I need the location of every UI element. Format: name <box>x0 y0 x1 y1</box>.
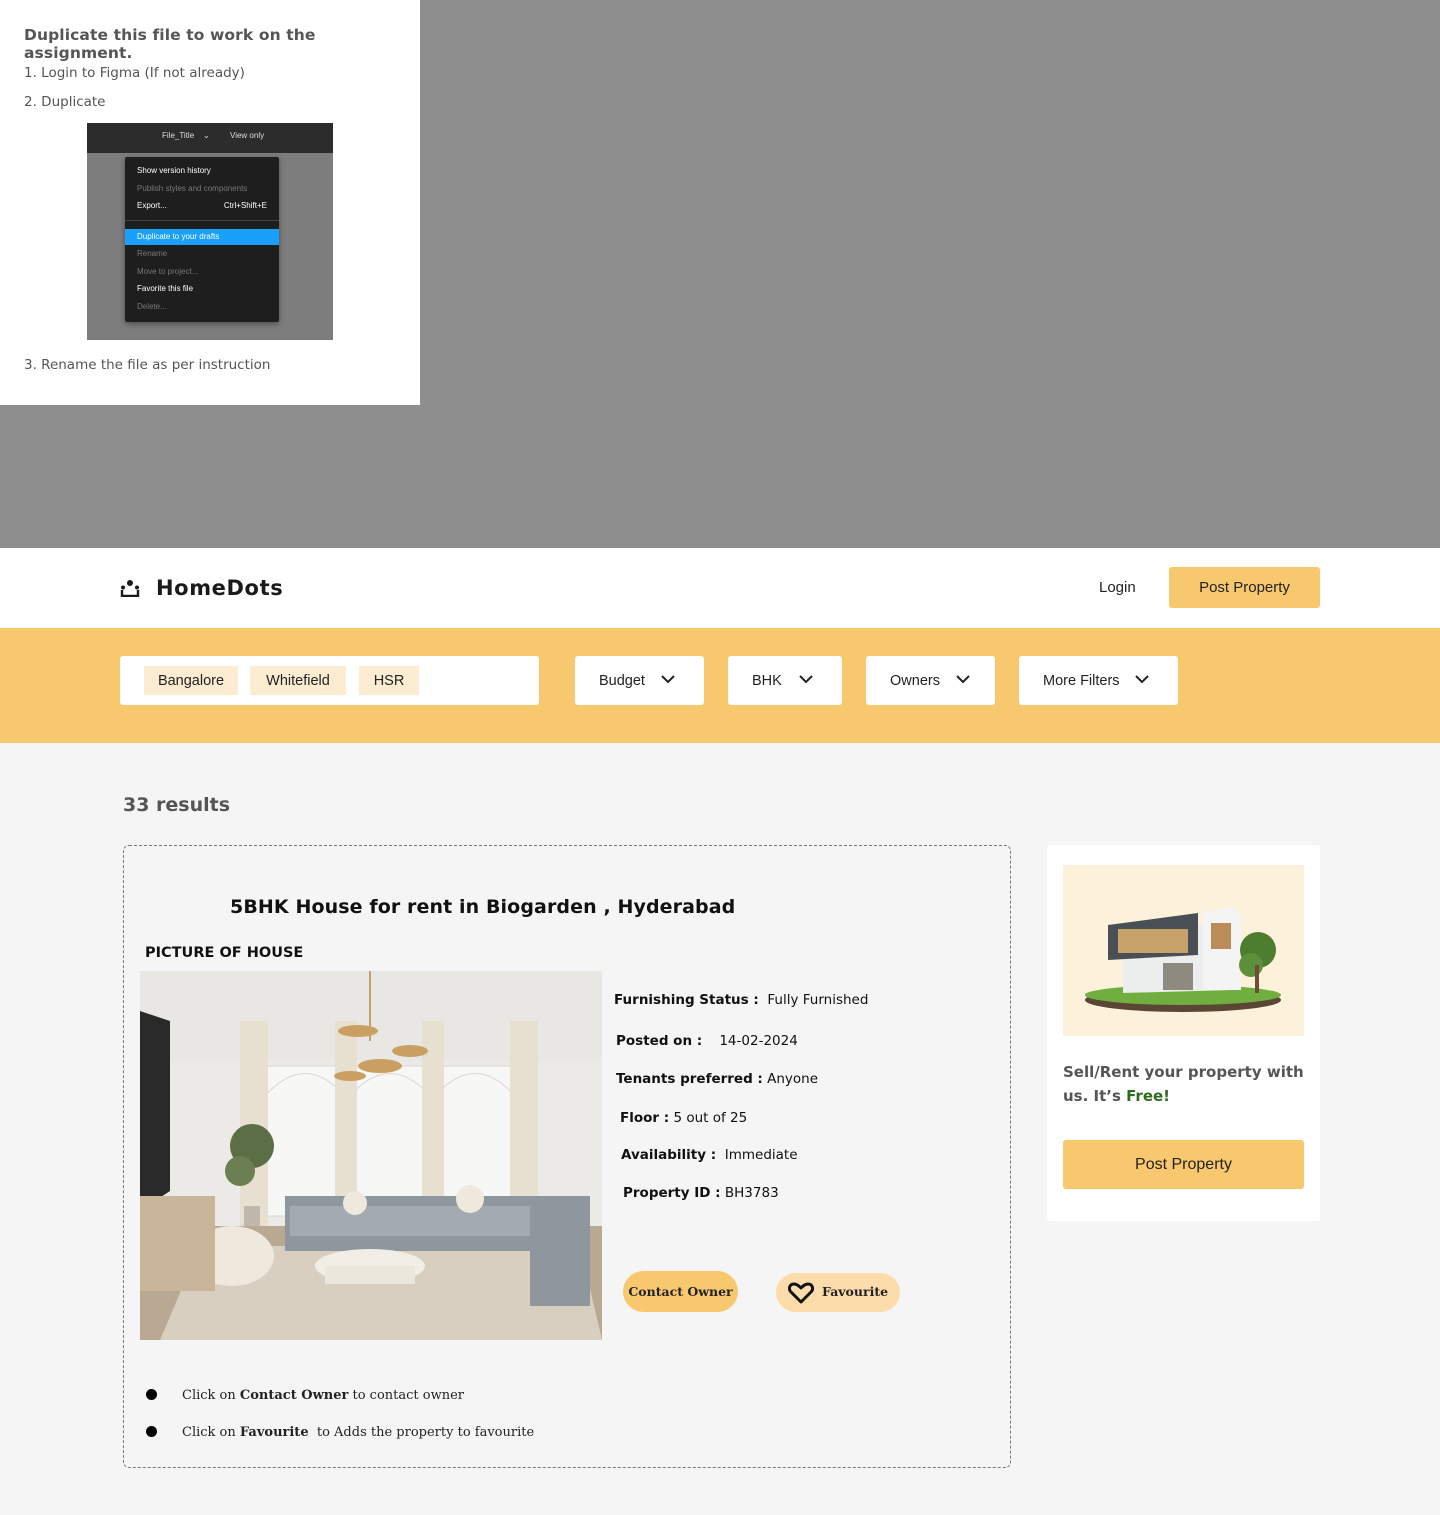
figma-file-menu: Show version history Publish styles and … <box>125 157 279 322</box>
tenants-preferred: Tenants preferred : Anyone <box>616 1071 818 1087</box>
login-link[interactable]: Login <box>1099 579 1136 596</box>
menu-item-move: Move to project... <box>137 267 199 276</box>
availability-value: Immediate <box>724 1147 798 1163</box>
house-photo[interactable] <box>140 971 602 1340</box>
note-contact-owner: Click on Contact Owner to contact owner <box>146 1388 464 1403</box>
bullet-icon <box>146 1389 157 1400</box>
post-property-promo-panel: Sell/Rent your property with us. It’s Fr… <box>1047 845 1320 1221</box>
instruction-step-1: 1. Login to Figma (If not already) <box>24 65 245 81</box>
brand-name: HomeDots <box>156 576 284 600</box>
furnishing-status: Furnishing Status : Fully Furnished <box>614 992 868 1008</box>
chevron-down-icon: ⌄ <box>203 131 210 140</box>
figma-file-title: File_Title <box>162 131 195 140</box>
availability: Availability : Immediate <box>621 1147 798 1163</box>
owners-dropdown-label: Owners <box>890 672 940 689</box>
promo-house-image <box>1063 865 1304 1036</box>
instruction-step-2: 2. Duplicate <box>24 94 106 110</box>
picture-label: PICTURE OF HOUSE <box>145 945 304 961</box>
posted-on-value: 14-02-2024 <box>719 1033 798 1049</box>
menu-item-version-history: Show version history <box>137 166 211 175</box>
heart-icon <box>788 1282 814 1304</box>
location-search-box[interactable]: Bangalore Whitefield HSR <box>120 656 539 705</box>
note-2-bold: Favourite <box>239 1425 309 1440</box>
side-post-property-button[interactable]: Post Property <box>1063 1140 1304 1189</box>
menu-item-export-label: Export... <box>137 201 167 210</box>
house-illustration <box>1063 865 1304 1036</box>
floor: Floor : 5 out of 25 <box>620 1110 747 1126</box>
listing-title[interactable]: 5BHK House for rent in Biogarden , Hyder… <box>230 896 735 918</box>
chevron-down-icon <box>799 675 813 684</box>
furnishing-status-value: Fully Furnished <box>767 992 869 1008</box>
promo-text-main: Sell/Rent your property with us. It’s <box>1063 1063 1304 1105</box>
note-1-bold: Contact Owner <box>239 1388 349 1403</box>
promo-free-text: Free! <box>1126 1087 1171 1105</box>
posted-on-label: Posted on : <box>616 1033 703 1049</box>
owners-dropdown[interactable]: Owners <box>866 656 995 705</box>
tenants-preferred-label: Tenants preferred : <box>616 1071 763 1087</box>
floor-value: 5 out of 25 <box>673 1110 748 1126</box>
contact-owner-button[interactable]: Contact Owner <box>623 1271 738 1312</box>
location-chip-bangalore[interactable]: Bangalore <box>144 666 238 695</box>
filter-bar: Bangalore Whitefield HSR Budget BHK Owne… <box>0 628 1440 743</box>
results-count: 33 results <box>123 794 231 816</box>
figma-view-only: View only <box>230 131 265 140</box>
instruction-step-3: 3. Rename the file as per instruction <box>24 357 271 373</box>
property-id-value: BH3783 <box>724 1185 779 1201</box>
favourite-button[interactable]: Favourite <box>776 1273 900 1312</box>
property-id-label: Property ID : <box>623 1185 721 1201</box>
budget-dropdown-label: Budget <box>599 672 645 689</box>
note-2-suffix: to Adds the property to favourite <box>316 1425 535 1440</box>
menu-item-delete: Delete... <box>137 302 167 311</box>
post-property-button[interactable]: Post Property <box>1169 567 1320 608</box>
property-id: Property ID : BH3783 <box>623 1185 779 1201</box>
floor-label: Floor : <box>620 1110 670 1126</box>
bhk-dropdown-label: BHK <box>752 672 782 689</box>
chevron-down-icon <box>956 675 970 684</box>
more-filters-dropdown[interactable]: More Filters <box>1019 656 1178 705</box>
menu-item-publish: Publish styles and components <box>137 184 248 193</box>
note-2-prefix: Click on <box>182 1425 236 1440</box>
menu-divider <box>125 220 279 221</box>
menu-item-favorite: Favorite this file <box>137 284 194 293</box>
posted-on: Posted on : 14-02-2024 <box>616 1033 798 1049</box>
note-1-prefix: Click on <box>182 1388 236 1403</box>
living-room-image <box>140 971 602 1340</box>
chevron-down-icon <box>1135 675 1149 684</box>
promo-text: Sell/Rent your property with us. It’s Fr… <box>1063 1060 1308 1108</box>
note-1-suffix: to contact owner <box>352 1388 464 1403</box>
more-filters-dropdown-label: More Filters <box>1043 672 1120 689</box>
location-chip-whitefield[interactable]: Whitefield <box>250 666 346 695</box>
instructions-panel: Duplicate this file to work on the assig… <box>0 0 420 405</box>
note-favourite: Click on Favourite to Adds the property … <box>146 1425 534 1440</box>
favourite-button-label: Favourite <box>822 1284 889 1299</box>
menu-item-export: Export... Ctrl+Shift+E <box>125 198 279 214</box>
figma-duplicate-screenshot: File_Title ⌄ View only Show version hist… <box>87 123 333 340</box>
export-shortcut: Ctrl+Shift+E <box>223 201 267 210</box>
figma-toolbar: File_Title ⌄ View only <box>87 123 333 153</box>
bhk-dropdown[interactable]: BHK <box>728 656 842 705</box>
budget-dropdown[interactable]: Budget <box>575 656 704 705</box>
bullet-icon <box>146 1426 157 1437</box>
chevron-down-icon <box>661 675 675 684</box>
property-listing-card: 5BHK House for rent in Biogarden , Hyder… <box>123 845 1011 1468</box>
site-header: HomeDots Login Post Property <box>0 548 1440 628</box>
tenants-preferred-value: Anyone <box>767 1071 819 1087</box>
menu-item-duplicate: Duplicate to your drafts <box>125 229 279 245</box>
availability-label: Availability : <box>621 1147 717 1163</box>
location-chip-hsr[interactable]: HSR <box>359 666 419 695</box>
menu-item-rename: Rename <box>137 249 168 258</box>
homedots-logo-icon <box>120 580 140 597</box>
instructions-title: Duplicate this file to work on the assig… <box>24 26 316 62</box>
furnishing-status-label: Furnishing Status : <box>614 992 759 1008</box>
